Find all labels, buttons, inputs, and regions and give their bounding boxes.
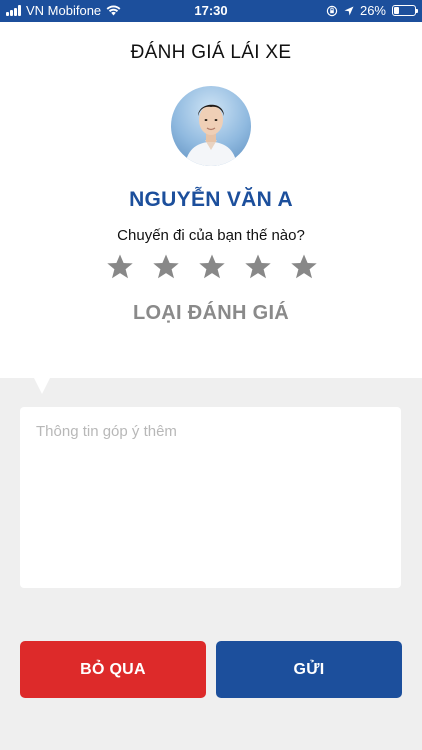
- driver-rating-panel: ĐÁNH GIÁ LÁI XE NGUYỄN VĂN A Chuyến đi c…: [0, 22, 422, 378]
- star-rating[interactable]: [106, 252, 318, 282]
- status-right: 26%: [326, 3, 418, 18]
- page-title: ĐÁNH GIÁ LÁI XE: [130, 42, 292, 63]
- battery-percent: 26%: [359, 3, 386, 18]
- driver-name: NGUYỄN VĂN A: [129, 188, 293, 211]
- skip-button[interactable]: BỎ QUA: [20, 641, 206, 698]
- star-3-icon[interactable]: [198, 253, 226, 281]
- send-button[interactable]: GỬI: [216, 641, 402, 698]
- status-bar: VN Mobifone 17:30 26%: [0, 0, 422, 22]
- rating-type-label: LOẠI ĐÁNH GIÁ: [132, 302, 290, 324]
- rating-question: Chuyến đi của bạn thế nào?: [117, 227, 305, 244]
- star-4-icon[interactable]: [244, 253, 272, 281]
- battery-level: [394, 7, 400, 14]
- panel-pointer: [33, 376, 51, 394]
- star-2-icon[interactable]: [152, 253, 180, 281]
- orientation-lock-icon: [326, 5, 338, 16]
- star-5-icon[interactable]: [290, 253, 318, 281]
- location-arrow-icon: [344, 6, 354, 15]
- battery-icon: [392, 5, 418, 16]
- feedback-input[interactable]: [20, 407, 401, 588]
- driver-photo: [185, 104, 237, 166]
- driver-avatar: [171, 86, 251, 166]
- star-1-icon[interactable]: [106, 253, 134, 281]
